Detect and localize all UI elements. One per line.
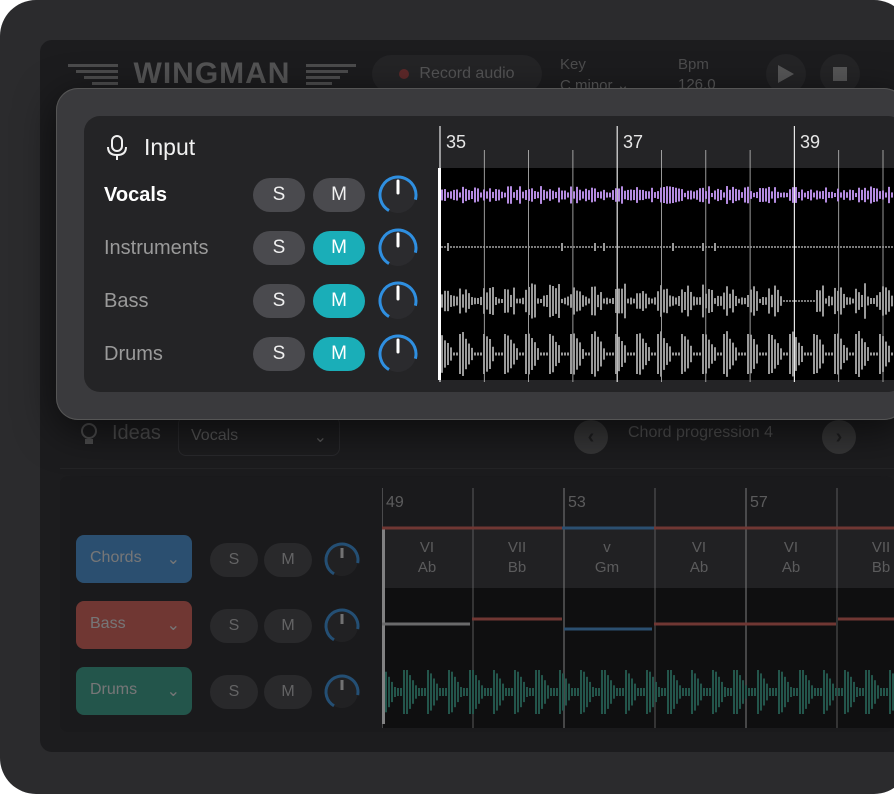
track-name-bass: Bass [104,290,149,312]
chevron-left-icon: ‹ [587,425,595,448]
track-chip-label: Drums [90,681,138,698]
bar-number: 57 [750,494,768,511]
chord-progression-label: Chord progression 4 [628,424,773,441]
solo-button-bass[interactable]: S [253,284,305,318]
chord-cell[interactable]: VI Ab [382,528,472,588]
mute-button-drums[interactable]: M [313,337,365,371]
mute-button[interactable]: M [264,609,312,643]
ideas-label: Ideas [112,422,161,444]
volume-knob[interactable] [322,606,362,646]
solo-button-drums[interactable]: S [253,337,305,371]
record-dot-icon [399,69,410,79]
chord-cell[interactable]: VII Bb [836,528,894,588]
volume-knob[interactable] [322,672,362,712]
track-chip-drums[interactable]: Drums ⌄ [76,667,192,715]
track-chip-chords[interactable]: Chords ⌄ [76,535,192,583]
chord-name: Ab [689,559,709,576]
divider [60,468,894,469]
lightbulb-icon [81,423,97,444]
chevron-down-icon: ⌄ [166,683,180,700]
key-label: Key [560,56,586,73]
chord-cell[interactable]: VI Ab [654,528,744,588]
play-icon [778,65,794,83]
chevron-down-icon: ⌄ [166,551,180,568]
waveform-bass [441,283,893,319]
volume-knob-vocals[interactable] [376,173,420,217]
ideas-timeline[interactable]: 49 53 57 VI Ab VII Bb v Gm VI Ab VI Ab VII Bb [382,488,894,728]
bar-number: 53 [568,494,586,511]
waveform-drums [441,331,893,377]
volume-knob-bass[interactable] [376,279,420,323]
record-audio-label: Record audio [419,65,515,82]
mute-button[interactable]: M [264,543,312,577]
chord-degree: VI [783,539,799,556]
volume-knob[interactable] [322,540,362,580]
mute-button[interactable]: M [264,675,312,709]
chevron-down-icon: ⌄ [166,617,180,634]
mute-button-vocals[interactable]: M [313,178,365,212]
track-name-drums: Drums [104,343,163,365]
track-chip-label: Chords [90,549,142,566]
stop-icon [833,67,847,81]
waveforms [438,126,893,382]
chord-name: Ab [417,559,437,576]
playhead [438,168,441,380]
next-progression-button[interactable]: › [822,420,856,454]
solo-button[interactable]: S [210,675,258,709]
chord-cell[interactable]: VI Ab [746,528,836,588]
volume-knob-instruments[interactable] [376,226,420,270]
ideas-source-select[interactable]: Vocals ⌄ [178,416,340,456]
microphone-icon [107,135,127,160]
volume-knob-drums[interactable] [376,332,420,376]
mute-button-instruments[interactable]: M [313,231,365,265]
input-timeline[interactable]: 35 37 39 [438,126,894,382]
chord-degree: VI [419,539,435,556]
ideas-select-value: Vocals [191,427,239,444]
waveform-vocals [441,186,893,204]
chevron-right-icon: › [835,425,843,448]
chevron-down-icon: ⌄ [313,429,327,446]
mute-button-bass[interactable]: M [313,284,365,318]
solo-button[interactable]: S [210,609,258,643]
track-name-instruments: Instruments [104,237,209,259]
chord-degree: VII [507,539,527,556]
bpm-label: Bpm [678,56,709,73]
solo-button-vocals[interactable]: S [253,178,305,212]
chord-name: Bb [871,559,891,576]
chord-name: Bb [507,559,527,576]
chord-degree: v [603,539,611,556]
previous-progression-button[interactable]: ‹ [574,420,608,454]
input-panel-title: Input [144,134,196,160]
track-chip-bass[interactable]: Bass ⌄ [76,601,192,649]
chord-cell[interactable]: v Gm [562,528,652,588]
track-chip-label: Bass [90,615,126,632]
chord-degree: VI [691,539,707,556]
solo-button[interactable]: S [210,543,258,577]
waveform-instruments [441,243,893,251]
solo-button-instruments[interactable]: S [253,231,305,265]
ideas-timeline-graphics [382,488,894,728]
bar-number: 49 [386,494,404,511]
track-name-vocals: Vocals [104,184,167,206]
chord-cell[interactable]: VII Bb [472,528,562,588]
chord-name: Ab [781,559,801,576]
chord-name: Gm [594,559,620,576]
chord-degree: VII [871,539,891,556]
